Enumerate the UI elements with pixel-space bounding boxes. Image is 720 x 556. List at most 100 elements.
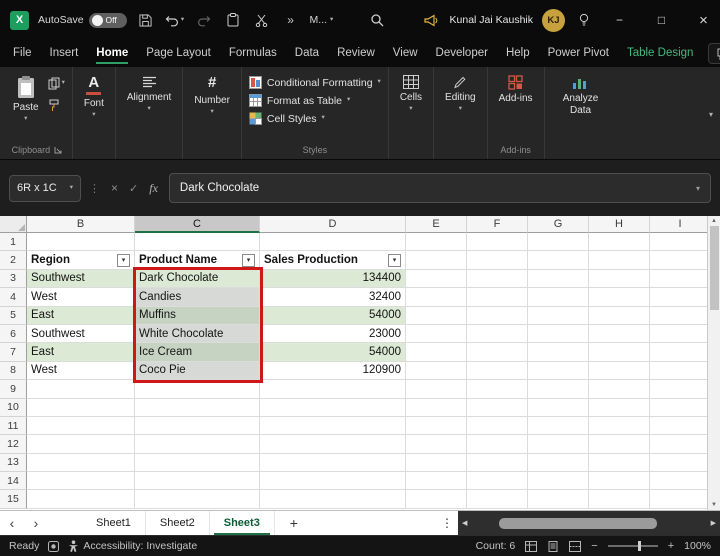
cells-button[interactable]: Cells ▾ xyxy=(396,73,426,115)
quick-access-overflow-button[interactable]: » xyxy=(281,7,301,33)
cell-I1[interactable] xyxy=(650,233,707,251)
cell-G3[interactable] xyxy=(528,270,589,288)
cell-I3[interactable] xyxy=(650,270,707,288)
close-button[interactable]: × xyxy=(687,0,720,40)
column-header-C[interactable]: C xyxy=(135,216,260,233)
scroll-right-icon[interactable]: ▶ xyxy=(711,519,716,527)
cell-G8[interactable] xyxy=(528,362,589,380)
cell-E5[interactable] xyxy=(406,307,467,325)
autosave-switch[interactable]: Off xyxy=(89,13,127,28)
cell-I2[interactable] xyxy=(650,251,707,269)
cell-G14[interactable] xyxy=(528,472,589,490)
copy-button[interactable]: ▾ xyxy=(48,77,65,90)
cell-E4[interactable] xyxy=(406,288,467,306)
cell-F14[interactable] xyxy=(467,472,528,490)
cell-E12[interactable] xyxy=(406,435,467,453)
horizontal-scrollbar[interactable]: ◀ ▶ xyxy=(458,511,720,535)
sheet-nav-prev[interactable]: ‹ xyxy=(0,511,24,535)
enter-check-icon[interactable]: ✓ xyxy=(129,182,138,195)
cell-H13[interactable] xyxy=(589,454,650,472)
cell-D7[interactable]: 54000 xyxy=(260,343,406,361)
quick-access-menu-button[interactable]: M... ▾ xyxy=(310,14,334,26)
cell-E2[interactable] xyxy=(406,251,467,269)
format-as-table-button[interactable]: Format as Table ▾ xyxy=(249,94,350,107)
row-header-9[interactable]: 9 xyxy=(0,380,27,398)
cell-H15[interactable] xyxy=(589,490,650,508)
cell-H10[interactable] xyxy=(589,399,650,417)
cell-B1[interactable] xyxy=(27,233,135,251)
page-break-view-button[interactable] xyxy=(569,541,581,552)
tab-file[interactable]: File xyxy=(4,42,41,66)
ribbon-collapse-icon[interactable]: ▾ xyxy=(709,110,713,119)
cell-E10[interactable] xyxy=(406,399,467,417)
cell-E8[interactable] xyxy=(406,362,467,380)
cell-B9[interactable] xyxy=(27,380,135,398)
row-header-6[interactable]: 6 xyxy=(0,325,27,343)
cell-H3[interactable] xyxy=(589,270,650,288)
cell-D5[interactable]: 54000 xyxy=(260,307,406,325)
cell-C10[interactable] xyxy=(135,399,260,417)
column-header-B[interactable]: B xyxy=(27,216,135,233)
row-header-3[interactable]: 3 xyxy=(0,270,27,288)
cell-G15[interactable] xyxy=(528,490,589,508)
redo-button[interactable] xyxy=(194,7,214,33)
cell-F6[interactable] xyxy=(467,325,528,343)
column-header-I[interactable]: I xyxy=(650,216,707,233)
scroll-left-icon[interactable]: ◀ xyxy=(462,519,467,527)
sheet-tab-sheet2[interactable]: Sheet2 xyxy=(146,511,210,535)
format-painter-button[interactable] xyxy=(48,99,65,112)
vertical-scrollbar[interactable]: ▲ ▼ xyxy=(707,216,720,510)
cell-G1[interactable] xyxy=(528,233,589,251)
cell-H11[interactable] xyxy=(589,417,650,435)
filter-button-C[interactable]: ▾ xyxy=(242,254,255,267)
cell-D13[interactable] xyxy=(260,454,406,472)
tab-formulas[interactable]: Formulas xyxy=(220,42,286,66)
cell-F3[interactable] xyxy=(467,270,528,288)
row-header-1[interactable]: 1 xyxy=(0,233,27,251)
tab-page-layout[interactable]: Page Layout xyxy=(137,42,220,66)
cell-I15[interactable] xyxy=(650,490,707,508)
normal-view-button[interactable] xyxy=(525,541,537,552)
column-header-F[interactable]: F xyxy=(467,216,528,233)
cell-D6[interactable]: 23000 xyxy=(260,325,406,343)
search-button[interactable] xyxy=(367,7,387,33)
cell-H8[interactable] xyxy=(589,362,650,380)
cell-B10[interactable] xyxy=(27,399,135,417)
column-header-G[interactable]: G xyxy=(528,216,589,233)
tab-home[interactable]: Home xyxy=(87,42,137,66)
cell-D2[interactable]: Sales Production▾ xyxy=(260,251,406,269)
cell-F12[interactable] xyxy=(467,435,528,453)
cell-E13[interactable] xyxy=(406,454,467,472)
cell-G9[interactable] xyxy=(528,380,589,398)
cell-I9[interactable] xyxy=(650,380,707,398)
sheet-options-button[interactable]: ⋮ xyxy=(436,511,458,535)
cancel-icon[interactable]: × xyxy=(111,181,118,195)
save-button[interactable] xyxy=(136,7,156,33)
cell-H5[interactable] xyxy=(589,307,650,325)
cell-I6[interactable] xyxy=(650,325,707,343)
zoom-level[interactable]: 100% xyxy=(684,540,711,552)
tab-data[interactable]: Data xyxy=(286,42,328,66)
excel-logo-icon[interactable]: X xyxy=(10,11,29,30)
row-header-10[interactable]: 10 xyxy=(0,399,27,417)
autosave-toggle[interactable]: AutoSave Off xyxy=(38,13,127,28)
cut-qat-button[interactable] xyxy=(252,7,272,33)
user-name[interactable]: Kunal Jai Kaushik xyxy=(450,14,533,26)
cell-D8[interactable]: 120900 xyxy=(260,362,406,380)
user-avatar[interactable]: KJ xyxy=(542,9,565,32)
cell-G2[interactable] xyxy=(528,251,589,269)
scroll-up-icon[interactable]: ▲ xyxy=(711,218,717,224)
column-header-H[interactable]: H xyxy=(589,216,650,233)
accessibility-status[interactable]: Accessibility: Investigate xyxy=(68,540,197,552)
conditional-formatting-button[interactable]: Conditional Formatting ▾ xyxy=(249,76,381,89)
cell-D3[interactable]: 134400 xyxy=(260,270,406,288)
cell-G12[interactable] xyxy=(528,435,589,453)
row-header-8[interactable]: 8 xyxy=(0,362,27,380)
cell-C13[interactable] xyxy=(135,454,260,472)
horizontal-scrollbar-thumb[interactable] xyxy=(499,518,657,529)
horizontal-scrollbar-track[interactable] xyxy=(471,511,706,535)
cell-H7[interactable] xyxy=(589,343,650,361)
coming-soon-button[interactable] xyxy=(421,7,441,33)
macro-record-button[interactable] xyxy=(48,541,59,552)
tab-help[interactable]: Help xyxy=(497,42,539,66)
